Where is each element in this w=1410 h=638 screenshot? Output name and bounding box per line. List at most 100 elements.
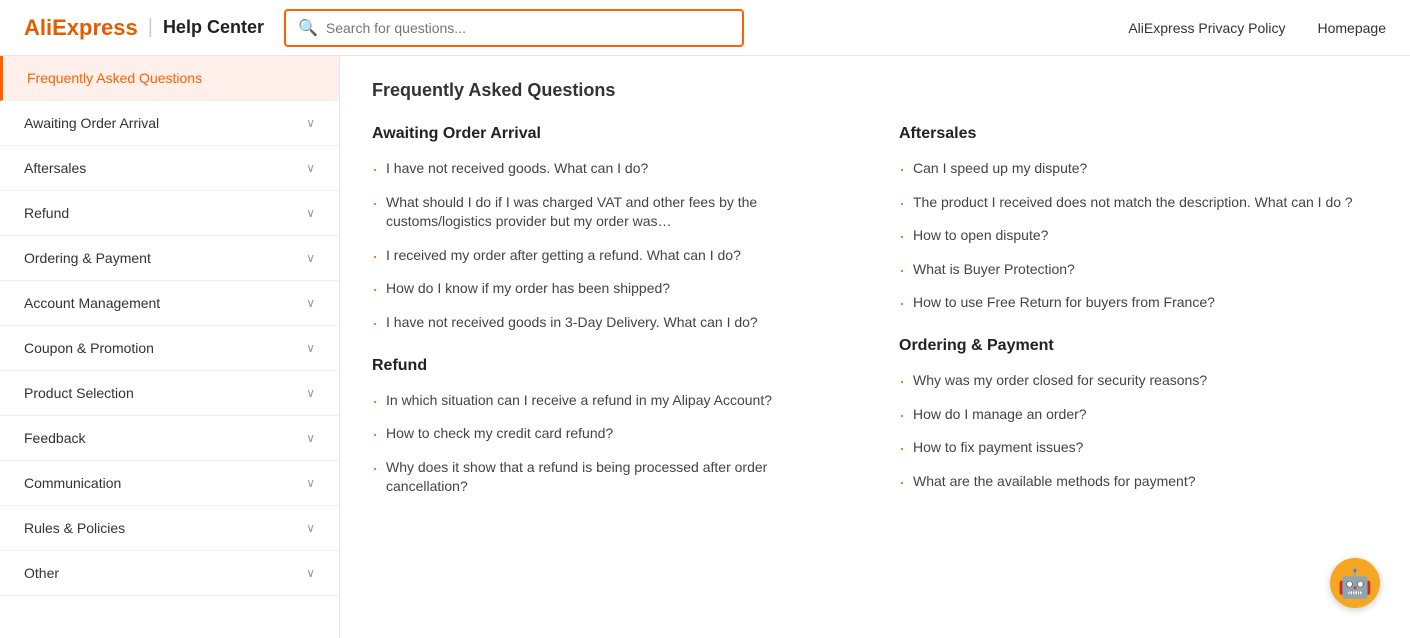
awaiting-order-arrival-section-list: · I have not received goods. What can I d…: [372, 159, 851, 333]
sidebar-item-coupon-promotion[interactable]: Coupon & Promotion ∨: [0, 326, 339, 371]
faq-bullet-icon: ·: [372, 194, 378, 212]
faq-bullet-icon: ·: [372, 280, 378, 298]
chevron-down-icon: ∨: [306, 476, 315, 490]
faq-item-text: In which situation can I receive a refun…: [386, 391, 772, 411]
faq-item[interactable]: · The product I received does not match t…: [899, 193, 1378, 213]
sidebar-item-feedback[interactable]: Feedback∨: [0, 416, 339, 461]
faq-item[interactable]: ·How to fix payment issues?: [899, 438, 1378, 458]
faq-item[interactable]: ·I have not received goods in 3-Day Deli…: [372, 313, 851, 333]
faq-bullet-icon: ·: [899, 439, 905, 457]
faq-item-text: What should I do if I was charged VAT an…: [386, 193, 851, 232]
help-center-logo: Help Center: [163, 17, 264, 38]
faq-bullet-icon: ·: [899, 261, 905, 279]
chevron-down-icon: ∨: [306, 161, 315, 175]
faq-item-text: Why does it show that a refund is being …: [386, 458, 851, 497]
faq-bullet-icon: ·: [899, 406, 905, 424]
aftersales-section-title: Aftersales: [899, 125, 1378, 143]
faq-item[interactable]: ·How do I know if my order has been ship…: [372, 279, 851, 299]
sidebar-item-account-management[interactable]: Account Management∨: [0, 281, 339, 326]
chevron-down-icon: ∨: [306, 566, 315, 580]
sidebar: Frequently Asked QuestionsAwaiting Order…: [0, 56, 340, 638]
sidebar-item-label: Refund: [24, 205, 69, 221]
faq-item-text: Why was my order closed for security rea…: [913, 371, 1207, 391]
faq-item-text: How to open dispute?: [913, 226, 1048, 246]
faq-item[interactable]: · I have not received goods. What can I d…: [372, 159, 851, 179]
refund-section: Refund · In which situation can I receive …: [372, 357, 851, 497]
search-input[interactable]: [326, 20, 730, 36]
faq-item[interactable]: ·Why was my order closed for security re…: [899, 371, 1378, 391]
sidebar-item-label: Coupon & Promotion: [24, 340, 154, 356]
chevron-down-icon: ∨: [306, 341, 315, 355]
sidebar-item-label: Ordering & Payment: [24, 250, 151, 266]
faq-item[interactable]: · What is Buyer Protection?: [899, 260, 1378, 280]
sidebar-item-other[interactable]: Other∨: [0, 551, 339, 596]
sidebar-item-awaiting-order-arrival[interactable]: Awaiting Order Arrival∨: [0, 101, 339, 146]
faq-item-text: How to check my credit card refund?: [386, 424, 613, 444]
sidebar-item-rules-policies[interactable]: Rules & Policies ∨: [0, 506, 339, 551]
sidebar-item-communication[interactable]: Communication ∨: [0, 461, 339, 506]
homepage-link[interactable]: Homepage: [1318, 20, 1387, 36]
sidebar-item-product-selection[interactable]: Product Selection ∨: [0, 371, 339, 416]
chevron-down-icon: ∨: [306, 521, 315, 535]
awaiting-order-arrival-section: Awaiting Order Arrival·I have not receiv…: [372, 125, 851, 333]
faq-item[interactable]: · How to open dispute?: [899, 226, 1378, 246]
faq-item-text: The product I received does not match th…: [913, 193, 1353, 213]
header-nav: AliExpress Privacy Policy Homepage: [1128, 20, 1386, 36]
faq-column-left: Awaiting Order Arrival·I have not receiv…: [372, 125, 851, 521]
aftersales-section-list: · Can I speed up my dispute? · The product …: [899, 159, 1378, 313]
aliexpress-logo: AliExpress: [24, 15, 138, 41]
sidebar-item-label: Account Management: [24, 295, 160, 311]
faq-item[interactable]: · How do I manage an order?: [899, 405, 1378, 425]
chevron-down-icon: ∨: [306, 386, 315, 400]
ordering-payment-section: Ordering & Payment·Why was my order clos…: [899, 337, 1378, 491]
faq-item-text: How to use Free Return for buyers from F…: [913, 293, 1215, 313]
sidebar-item-label: Awaiting Order Arrival: [24, 115, 159, 131]
faq-item-text: I received my order after getting a refu…: [386, 246, 741, 266]
robot-icon: 🤖: [1330, 558, 1380, 608]
sidebar-item-label: Communication: [24, 475, 121, 491]
faq-grid: Awaiting Order Arrival·I have not receiv…: [372, 125, 1378, 521]
faq-item-text: What is Buyer Protection?: [913, 260, 1075, 280]
search-icon: 🔍: [298, 18, 318, 38]
robot-assistant[interactable]: 🤖: [1330, 558, 1390, 618]
faq-bullet-icon: ·: [372, 392, 378, 410]
faq-item[interactable]: · I received my order after getting a ref…: [372, 246, 851, 266]
search-bar[interactable]: 🔍: [284, 9, 744, 47]
faq-item[interactable]: · Can I speed up my dispute?: [899, 159, 1378, 179]
faq-bullet-icon: ·: [372, 160, 378, 178]
faq-item-text: How do I manage an order?: [913, 405, 1087, 425]
sidebar-item-refund[interactable]: Refund∨: [0, 191, 339, 236]
faq-item-text: What are the available methods for payme…: [913, 472, 1196, 492]
refund-section-list: · In which situation can I receive a refu…: [372, 391, 851, 497]
faq-bullet-icon: ·: [899, 194, 905, 212]
faq-item[interactable]: · What should I do if I was charged VAT a…: [372, 193, 851, 232]
faq-item[interactable]: · How to check my credit card refund?: [372, 424, 851, 444]
faq-item[interactable]: · Why does it show that a refund is being…: [372, 458, 851, 497]
faq-item[interactable]: · How to use Free Return for buyers from …: [899, 293, 1378, 313]
sidebar-item-label: Rules & Policies: [24, 520, 125, 536]
chevron-down-icon: ∨: [306, 431, 315, 445]
sidebar-item-ordering-payment[interactable]: Ordering & Payment∨: [0, 236, 339, 281]
aftersales-section: Aftersales · Can I speed up my dispute? · Th…: [899, 125, 1378, 313]
faq-bullet-icon: ·: [899, 227, 905, 245]
faq-bullet-icon: ·: [372, 247, 378, 265]
faq-item-text: I have not received goods. What can I do…: [386, 159, 648, 179]
sidebar-item-aftersales[interactable]: Aftersales∨: [0, 146, 339, 191]
faq-bullet-icon: ·: [899, 294, 905, 312]
ordering-payment-section-title: Ordering & Payment: [899, 337, 1378, 355]
refund-section-title: Refund: [372, 357, 851, 375]
faq-bullet-icon: ·: [899, 160, 905, 178]
faq-item[interactable]: · What are the available methods for paym…: [899, 472, 1378, 492]
page-title: Frequently Asked Questions: [372, 80, 1378, 101]
faq-bullet-icon: ·: [372, 459, 378, 477]
faq-bullet-icon: ·: [372, 314, 378, 332]
header: AliExpress | Help Center 🔍 AliExpress Pr…: [0, 0, 1410, 56]
faq-item[interactable]: · In which situation can I receive a refu…: [372, 391, 851, 411]
sidebar-item-frequently-asked-questions[interactable]: Frequently Asked Questions: [0, 56, 339, 101]
faq-bullet-icon: ·: [372, 425, 378, 443]
page-layout: Frequently Asked QuestionsAwaiting Order…: [0, 56, 1410, 638]
sidebar-item-label: Product Selection: [24, 385, 134, 401]
faq-item-text: Can I speed up my dispute?: [913, 159, 1087, 179]
privacy-policy-link[interactable]: AliExpress Privacy Policy: [1128, 20, 1285, 36]
faq-bullet-icon: ·: [899, 473, 905, 491]
